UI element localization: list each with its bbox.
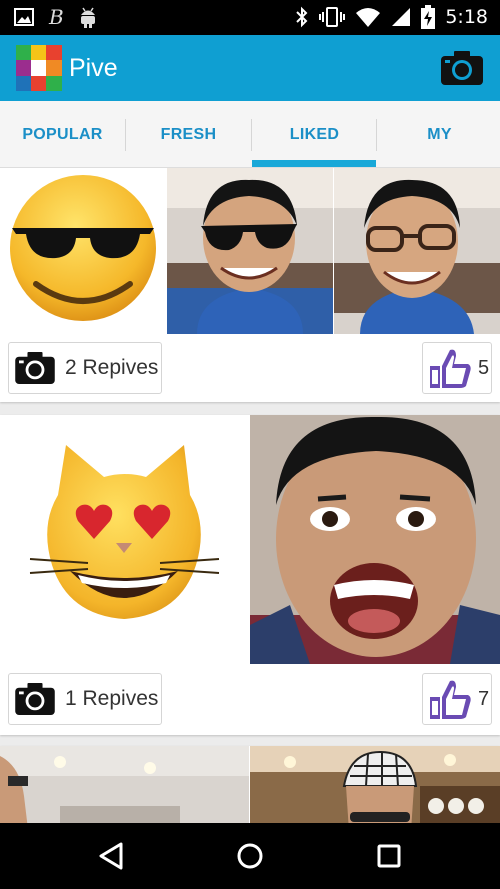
post-card: 1 Repives 7 xyxy=(0,415,500,735)
like-count: 5 xyxy=(478,356,490,379)
tab-indicator xyxy=(252,160,376,167)
thumbs-up-icon xyxy=(430,680,471,719)
repive-count: 1 Repives xyxy=(65,687,159,710)
camera-icon xyxy=(15,683,55,715)
image-icon xyxy=(14,8,34,26)
like-count: 7 xyxy=(478,687,490,710)
navigation-bar xyxy=(0,823,500,889)
photo-person-waving[interactable] xyxy=(0,746,249,823)
tab-bar: POPULAR FRESH LIKED MY xyxy=(0,101,500,168)
photo-selfie-glasses[interactable] xyxy=(334,168,500,334)
feed[interactable]: 2 Repives 5 1 Repives 7 xyxy=(0,168,500,823)
camera-icon xyxy=(15,352,55,384)
like-button[interactable]: 7 xyxy=(422,673,492,725)
repive-button[interactable]: 2 Repives xyxy=(8,342,162,394)
photo-selfie-sunglasses[interactable] xyxy=(167,168,333,334)
app-logo xyxy=(16,45,62,91)
home-icon[interactable] xyxy=(230,836,270,876)
tab-popular[interactable]: POPULAR xyxy=(0,101,125,168)
photo-person-with-hat[interactable] xyxy=(250,746,500,823)
app-title: Pive xyxy=(69,54,118,82)
bitcoin-icon: B xyxy=(48,6,64,28)
photo-emoji-heart-eyes-cat[interactable] xyxy=(0,415,249,664)
battery-charging-icon xyxy=(421,5,436,29)
signal-icon xyxy=(392,8,411,26)
back-icon[interactable] xyxy=(91,836,131,876)
tab-liked[interactable]: LIKED xyxy=(252,101,377,168)
status-time: 5:18 xyxy=(445,6,488,28)
camera-icon[interactable] xyxy=(441,51,483,85)
photo-emoji-sunglasses[interactable] xyxy=(0,168,166,334)
photo-selfie-surprised[interactable] xyxy=(250,415,500,664)
post-card: 2 Repives 5 xyxy=(0,168,500,402)
recents-icon[interactable] xyxy=(369,836,409,876)
tab-my[interactable]: MY xyxy=(377,101,500,168)
status-bar: B 5:18 xyxy=(0,0,500,35)
tab-fresh[interactable]: FRESH xyxy=(126,101,251,168)
vibrate-icon xyxy=(319,7,346,27)
like-button[interactable]: 5 xyxy=(422,342,492,394)
wifi-icon xyxy=(356,8,381,27)
svg-text:B: B xyxy=(48,6,64,28)
android-icon xyxy=(81,7,95,28)
post-card xyxy=(0,746,500,823)
app-bar: Pive xyxy=(0,35,500,101)
repive-button[interactable]: 1 Repives xyxy=(8,673,162,725)
bluetooth-icon xyxy=(296,6,308,28)
repive-count: 2 Repives xyxy=(65,356,159,379)
thumbs-up-icon xyxy=(430,349,471,388)
